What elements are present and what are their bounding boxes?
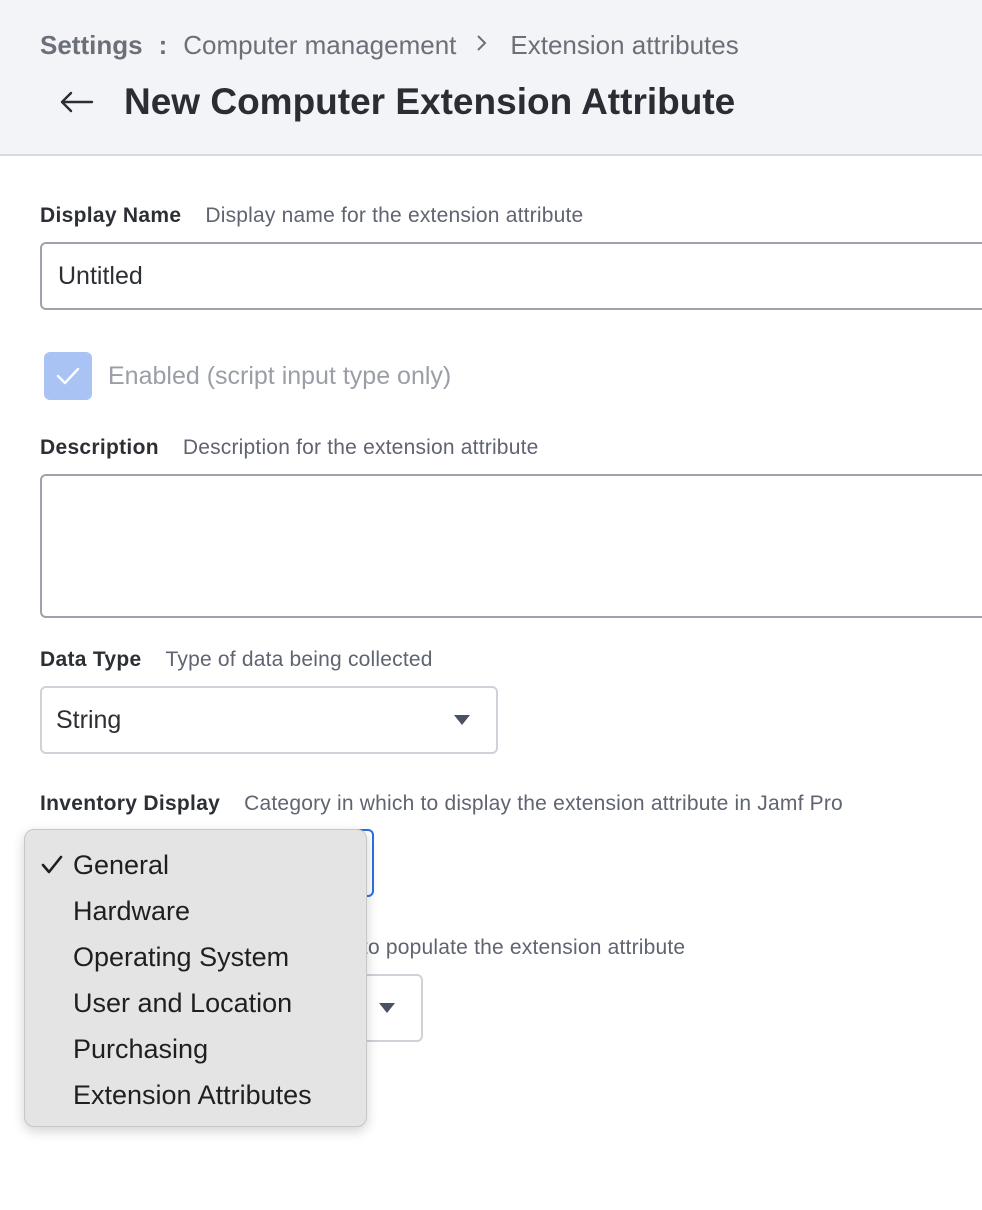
dropdown-option-purchasing[interactable]: Purchasing <box>25 1026 366 1072</box>
dropdown-option-label: Operating System <box>73 941 290 972</box>
caret-down-icon <box>379 1003 395 1013</box>
data-type-label-row: Data Type Type of data being collected <box>40 648 433 672</box>
inventory-display-dropdown-menu: General Hardware Operating System User a… <box>24 829 367 1127</box>
checkmark-icon <box>56 367 80 385</box>
dropdown-option-operating-system[interactable]: Operating System <box>25 934 366 980</box>
input-type-help: e to populate the extension attribute <box>344 936 686 959</box>
dropdown-option-label: User and Location <box>73 987 293 1018</box>
description-label: Description <box>40 436 159 459</box>
data-type-value: String <box>56 705 122 734</box>
dropdown-option-user-and-location[interactable]: User and Location <box>25 980 366 1026</box>
dropdown-option-label: Purchasing <box>73 1033 209 1064</box>
input-type-label-row: e to populate the extension attribute <box>344 936 685 960</box>
breadcrumb-colon: : <box>158 29 168 60</box>
caret-down-icon <box>454 715 470 725</box>
inventory-display-help: Category in which to display the extensi… <box>244 792 843 815</box>
breadcrumb-computer-management[interactable]: Computer management <box>183 30 456 61</box>
dropdown-option-hardware[interactable]: Hardware <box>25 888 366 934</box>
breadcrumb: Settings : Computer management Extension… <box>40 28 739 62</box>
checkmark-icon <box>41 842 63 888</box>
description-help: Description for the extension attribute <box>182 436 539 459</box>
page-header: Settings : Computer management Extension… <box>0 0 982 156</box>
data-type-help: Type of data being collected <box>165 648 433 671</box>
data-type-select[interactable]: String <box>40 686 498 754</box>
dropdown-option-label: Hardware <box>73 895 191 926</box>
arrow-left-icon[interactable] <box>56 82 96 122</box>
enabled-checkbox-label: Enabled (script input type only) <box>108 361 452 390</box>
enabled-checkbox[interactable] <box>44 352 92 400</box>
inventory-display-label: Inventory Display <box>40 792 221 815</box>
breadcrumb-settings[interactable]: Settings <box>40 30 143 61</box>
display-name-label-row: Display Name Display name for the extens… <box>40 204 583 228</box>
dropdown-option-extension-attributes[interactable]: Extension Attributes <box>25 1072 366 1118</box>
chevron-right-icon <box>476 31 488 59</box>
description-label-row: Description Description for the extensio… <box>40 436 538 460</box>
description-textarea[interactable] <box>40 474 982 618</box>
title-row: New Computer Extension Attribute <box>56 76 735 128</box>
display-name-help: Display name for the extension attribute <box>205 204 584 227</box>
breadcrumb-extension-attributes[interactable]: Extension attributes <box>510 30 738 61</box>
dropdown-option-label: General <box>73 849 170 880</box>
dropdown-option-label: Extension Attributes <box>73 1079 312 1110</box>
inventory-display-label-row: Inventory Display Category in which to d… <box>40 792 843 816</box>
dropdown-option-general[interactable]: General <box>25 842 366 888</box>
enabled-checkbox-row: Enabled (script input type only) <box>44 352 451 400</box>
page-title: New Computer Extension Attribute <box>124 81 736 122</box>
display-name-input[interactable] <box>40 242 982 310</box>
display-name-label: Display Name <box>40 204 182 227</box>
data-type-label: Data Type <box>40 648 142 671</box>
